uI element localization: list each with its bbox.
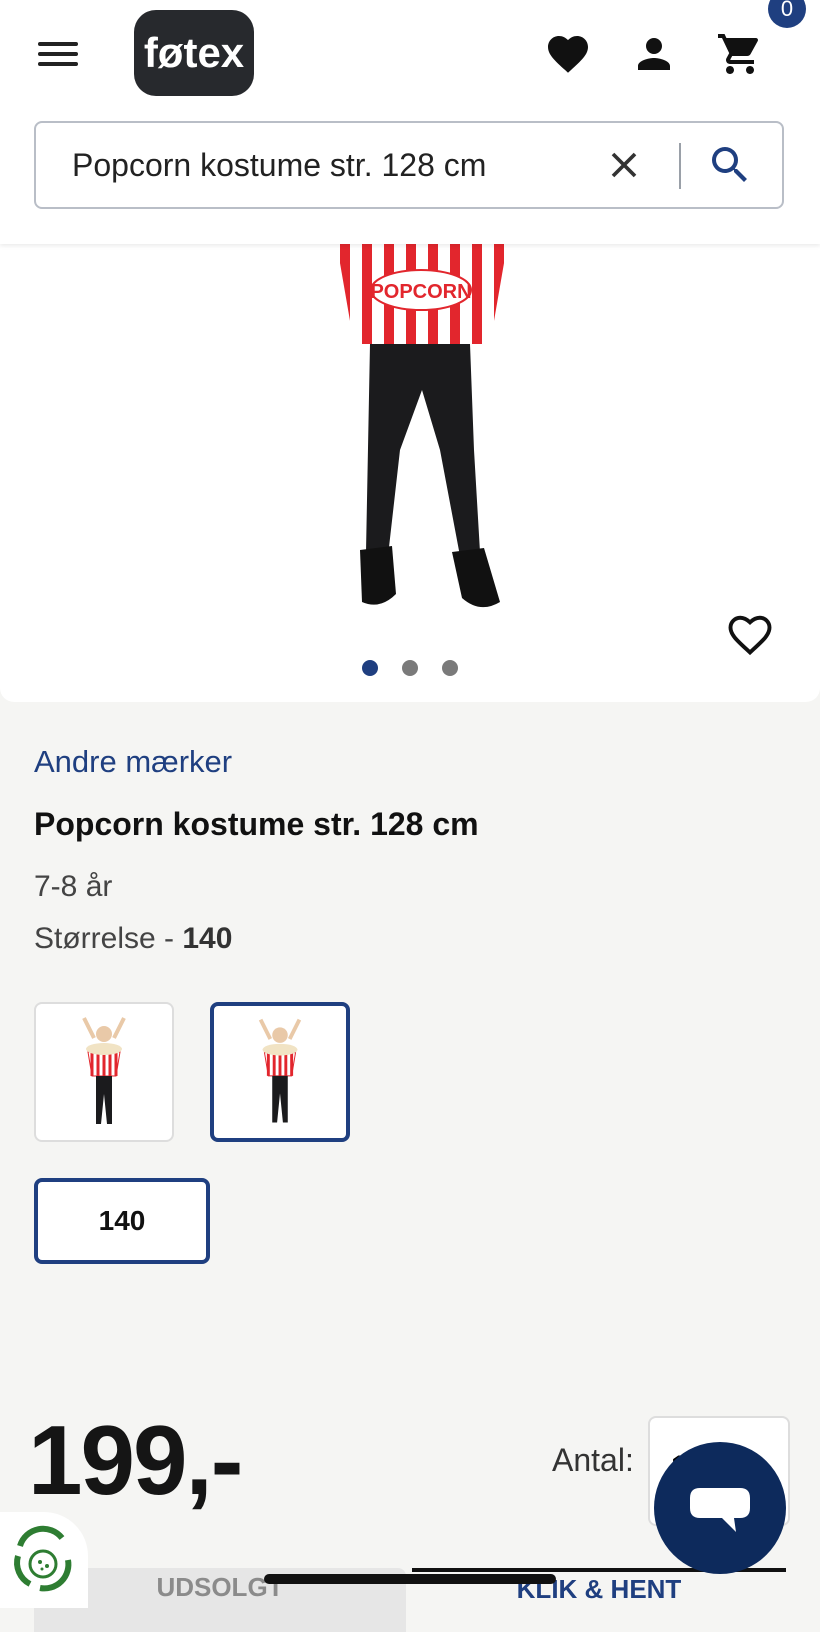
search-bar xyxy=(34,121,784,209)
account-icon[interactable] xyxy=(630,30,678,78)
home-indicator xyxy=(264,1574,556,1584)
costume-print-text: POPCORN xyxy=(370,281,471,303)
cart-count-badge: 0 xyxy=(768,0,806,28)
carousel-dot-2[interactable] xyxy=(402,660,418,676)
fotex-logo[interactable]: føtex xyxy=(134,10,254,96)
chat-bubble-icon xyxy=(690,1488,750,1532)
size-option-140[interactable]: 140 xyxy=(34,1178,210,1264)
site-header: føtex 0 xyxy=(0,0,820,244)
menu-icon[interactable] xyxy=(38,38,80,70)
chat-button[interactable] xyxy=(654,1442,786,1574)
product-price: 199,- xyxy=(28,1405,243,1515)
quantity-label: Antal: xyxy=(552,1442,634,1478)
size-label: Størrelse - xyxy=(34,922,183,955)
sustainability-badge[interactable] xyxy=(0,1512,88,1608)
variant-thumbnail-image xyxy=(82,1017,126,1124)
product-image-gallery[interactable]: POPCORN xyxy=(0,200,820,702)
variant-thumbnail-image xyxy=(258,1018,302,1123)
search-input[interactable] xyxy=(72,141,572,189)
brand-link[interactable]: Andre mærker xyxy=(34,744,232,780)
size-value: 140 xyxy=(182,922,233,955)
wishlist-heart-icon[interactable] xyxy=(544,30,592,78)
clear-search-icon[interactable] xyxy=(602,143,646,187)
product-image: POPCORN xyxy=(336,240,508,608)
variant-thumbnail-1[interactable] xyxy=(34,1002,174,1142)
size-info: Størrelse - 140 xyxy=(34,922,232,956)
cart-icon[interactable] xyxy=(716,30,764,78)
carousel-dot-3[interactable] xyxy=(442,660,458,676)
recycle-icon xyxy=(14,1525,72,1592)
carousel-dot-1[interactable] xyxy=(362,660,378,676)
variant-thumbnail-2[interactable] xyxy=(210,1002,350,1142)
product-title: Popcorn kostume str. 128 cm xyxy=(34,806,479,842)
search-divider xyxy=(679,143,681,189)
carousel-dots xyxy=(0,660,820,681)
favorite-heart-icon[interactable] xyxy=(724,608,776,660)
age-range: 7-8 år xyxy=(34,870,113,903)
search-icon[interactable] xyxy=(706,141,754,189)
